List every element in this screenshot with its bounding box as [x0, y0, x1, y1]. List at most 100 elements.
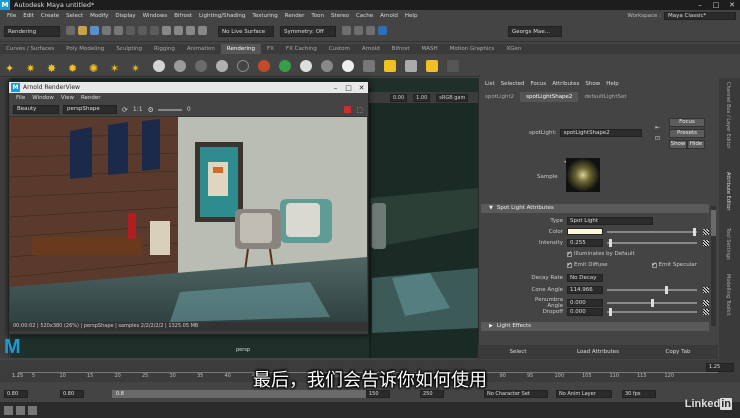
crop-region-icon[interactable]: ⬚ — [356, 106, 363, 114]
menu-display[interactable]: Display — [115, 13, 135, 19]
color-space-dropdown[interactable]: sRGB gam — [436, 93, 469, 102]
shelf-tab-sculpting[interactable]: Sculpting — [110, 44, 148, 54]
save-scene-icon[interactable] — [90, 26, 99, 35]
lambert-shader-icon[interactable] — [153, 60, 165, 72]
menu-set-dropdown[interactable]: Rendering — [4, 26, 60, 37]
shelf-tab-curves[interactable]: Curves / Surfaces — [0, 44, 60, 54]
tab-defaultlightset[interactable]: defaultLightSet — [578, 92, 632, 102]
settings-gear-icon[interactable]: ⚙ — [148, 106, 154, 114]
minimize-button[interactable]: – — [692, 0, 708, 10]
shelf-tab-custom[interactable]: Custom — [323, 44, 356, 54]
live-surface-field[interactable]: No Live Surface — [218, 26, 274, 37]
illuminates-checkbox[interactable] — [567, 250, 572, 257]
ramp-shader-icon[interactable] — [279, 60, 291, 72]
render-settings-shelf-icon[interactable] — [363, 60, 375, 72]
shelf-tab-animation[interactable]: Animation — [181, 44, 221, 54]
presets-icon[interactable]: ⊡ — [655, 135, 660, 142]
user-account-dropdown[interactable]: Georgs Mae... — [508, 26, 562, 37]
stop-render-icon[interactable] — [344, 106, 352, 113]
shelf-tab-motion-graphics[interactable]: Motion Graphics — [444, 44, 501, 54]
ae-menu-focus[interactable]: Focus — [530, 81, 546, 87]
ipr-render-icon[interactable] — [354, 26, 363, 35]
ae-menu-show[interactable]: Show — [585, 81, 600, 87]
point-light-icon[interactable]: ✹ — [68, 63, 80, 75]
surface-shader-icon[interactable] — [216, 60, 228, 72]
load-attributes-button[interactable]: Load Attributes — [558, 349, 638, 355]
script-editor-icon[interactable] — [4, 405, 13, 415]
color-slider[interactable] — [607, 227, 697, 236]
penumbra-map-icon[interactable] — [703, 300, 709, 306]
menu-cache[interactable]: Cache — [356, 13, 373, 19]
render-settings-icon[interactable] — [366, 26, 375, 35]
ipr-icon[interactable] — [426, 60, 438, 72]
select-object-icon[interactable] — [138, 26, 147, 35]
menu-render[interactable]: Render — [285, 13, 305, 19]
maximize-button[interactable]: □ — [708, 0, 724, 10]
workspace-dropdown[interactable]: Maya Classic* — [664, 12, 736, 20]
menu-help[interactable]: Help — [405, 13, 418, 19]
spot-light-icon[interactable]: ✺ — [89, 63, 101, 75]
redo-icon[interactable] — [114, 26, 123, 35]
sphere-preview-icon[interactable] — [342, 60, 354, 72]
menu-file[interactable]: File — [7, 13, 16, 19]
node-name-field[interactable]: spotLightShape2 — [560, 129, 643, 137]
layered-shader-icon[interactable] — [237, 60, 249, 72]
select-hierarchy-icon[interactable] — [126, 26, 135, 35]
aisurface-shader-icon[interactable] — [258, 60, 270, 72]
menu-texturing[interactable]: Texturing — [252, 13, 277, 19]
menu-select[interactable]: Select — [66, 13, 83, 19]
ae-scrollbar[interactable] — [711, 206, 716, 326]
focus-button[interactable]: Focus — [669, 118, 705, 127]
shelf-tab-arnold[interactable]: Arnold — [356, 44, 386, 54]
gamma-field[interactable]: 1.00 — [413, 93, 431, 102]
cone-angle-slider[interactable] — [607, 286, 697, 294]
color-swatch[interactable] — [567, 228, 603, 235]
standard-surface-icon[interactable] — [300, 60, 312, 72]
select-component-icon[interactable] — [150, 26, 159, 35]
tab-attribute-editor[interactable]: Attribute Editor — [725, 172, 731, 210]
snap-plane-icon[interactable] — [198, 26, 207, 35]
presets-button[interactable]: Presets — [669, 129, 705, 138]
render-frame-icon[interactable] — [342, 26, 351, 35]
volume-light-icon[interactable]: ✴ — [131, 63, 143, 75]
rv-maximize-button[interactable]: □ — [342, 84, 355, 92]
intensity-map-icon[interactable] — [703, 240, 709, 246]
camera-icon[interactable]: ✦ — [5, 63, 17, 75]
dropoff-slider[interactable] — [607, 308, 697, 316]
exposure-field[interactable]: 0.00 — [390, 93, 408, 102]
copy-tab-button[interactable]: Copy Tab — [638, 349, 718, 355]
python-icon[interactable] — [28, 405, 37, 415]
spot-light-attributes-header[interactable]: ▼ Spot Light Attributes — [481, 204, 709, 213]
shelf-tab-rendering[interactable]: Rendering — [220, 44, 261, 54]
snap-point-icon[interactable] — [186, 26, 195, 35]
tab-channel-box[interactable]: Channel Box / Layer Editor — [725, 82, 731, 149]
menu-edit[interactable]: Edit — [23, 13, 34, 19]
menu-create[interactable]: Create — [41, 13, 59, 19]
menu-arnold[interactable]: Arnold — [380, 13, 398, 19]
ae-scrollbar-thumb[interactable] — [711, 210, 716, 236]
aov-dropdown[interactable]: Beauty — [13, 105, 59, 114]
blinn-shader-icon[interactable] — [174, 60, 186, 72]
menu-toon[interactable]: Toon — [311, 13, 324, 19]
batch-render-icon[interactable] — [405, 60, 417, 72]
undo-icon[interactable] — [102, 26, 111, 35]
close-button[interactable]: ✕ — [724, 0, 740, 10]
rv-minimize-button[interactable]: – — [329, 84, 342, 92]
rv-menu-window[interactable]: Window — [32, 95, 54, 101]
dropoff-knob[interactable] — [609, 308, 612, 316]
rv-menu-render[interactable]: Render — [81, 95, 101, 101]
tab-tool-settings[interactable]: Tool Settings — [725, 228, 731, 260]
cone-angle-knob[interactable] — [665, 286, 668, 294]
render-icon[interactable] — [384, 60, 396, 72]
color-map-icon[interactable] — [703, 228, 709, 235]
cone-angle-map-icon[interactable] — [703, 287, 709, 293]
color-slider-knob[interactable] — [693, 227, 696, 236]
penumbra-knob[interactable] — [651, 299, 654, 307]
symmetry-dropdown[interactable]: Symmetry: Off — [280, 26, 336, 37]
toon-shader-icon[interactable] — [321, 60, 333, 72]
render-view-icon[interactable] — [447, 60, 459, 72]
penumbra-field[interactable]: 0.000 — [567, 299, 603, 307]
tab-spotlightshape2[interactable]: spotLightShape2 — [520, 91, 579, 102]
menu-bifrost[interactable]: Bifrost — [174, 13, 192, 19]
focus-icon[interactable]: ⇤ — [655, 124, 660, 131]
